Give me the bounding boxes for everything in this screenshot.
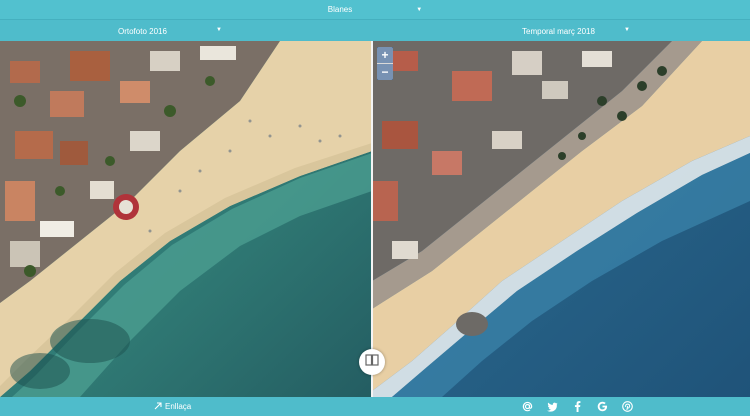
google-icon[interactable] <box>595 400 609 414</box>
map-compare-view[interactable]: + − <box>0 41 750 397</box>
facebook-icon[interactable] <box>570 400 584 414</box>
zoom-in-button[interactable]: + <box>377 47 393 63</box>
swipe-handle[interactable] <box>359 349 385 375</box>
link-icon <box>154 401 162 412</box>
pinterest-icon[interactable] <box>620 400 634 414</box>
share-link-button[interactable]: Enllaça <box>154 397 191 416</box>
footer: Enllaça <box>0 397 750 416</box>
social-share <box>520 397 634 416</box>
right-map-pane[interactable] <box>372 41 750 397</box>
chevron-down-icon: ▼ <box>624 27 630 33</box>
zoom-out-button[interactable]: − <box>377 64 393 80</box>
zoom-control: + − <box>377 47 393 80</box>
aerial-image-2018 <box>372 41 750 397</box>
left-map-pane[interactable] <box>0 41 372 397</box>
left-layer-label: Ortofoto 2016 <box>118 26 167 36</box>
email-icon[interactable] <box>520 400 534 414</box>
municipality-selector[interactable]: Blanes ▼ <box>0 0 750 19</box>
book-icon <box>365 353 379 371</box>
municipality-label: Blanes <box>327 5 353 14</box>
share-link-label: Enllaça <box>165 402 192 411</box>
left-layer-selector[interactable]: Ortofoto 2016 ▼ <box>118 20 222 42</box>
chevron-down-icon: ▼ <box>416 6 423 13</box>
layer-bar: Ortofoto 2016 ▼ Temporal març 2018 ▼ <box>0 19 750 41</box>
right-layer-selector[interactable]: Temporal març 2018 ▼ <box>522 20 630 42</box>
twitter-icon[interactable] <box>545 400 559 414</box>
swipe-divider[interactable] <box>371 41 373 397</box>
right-layer-label: Temporal març 2018 <box>522 26 595 36</box>
chevron-down-icon: ▼ <box>216 27 222 33</box>
aerial-image-2016 <box>0 41 372 397</box>
